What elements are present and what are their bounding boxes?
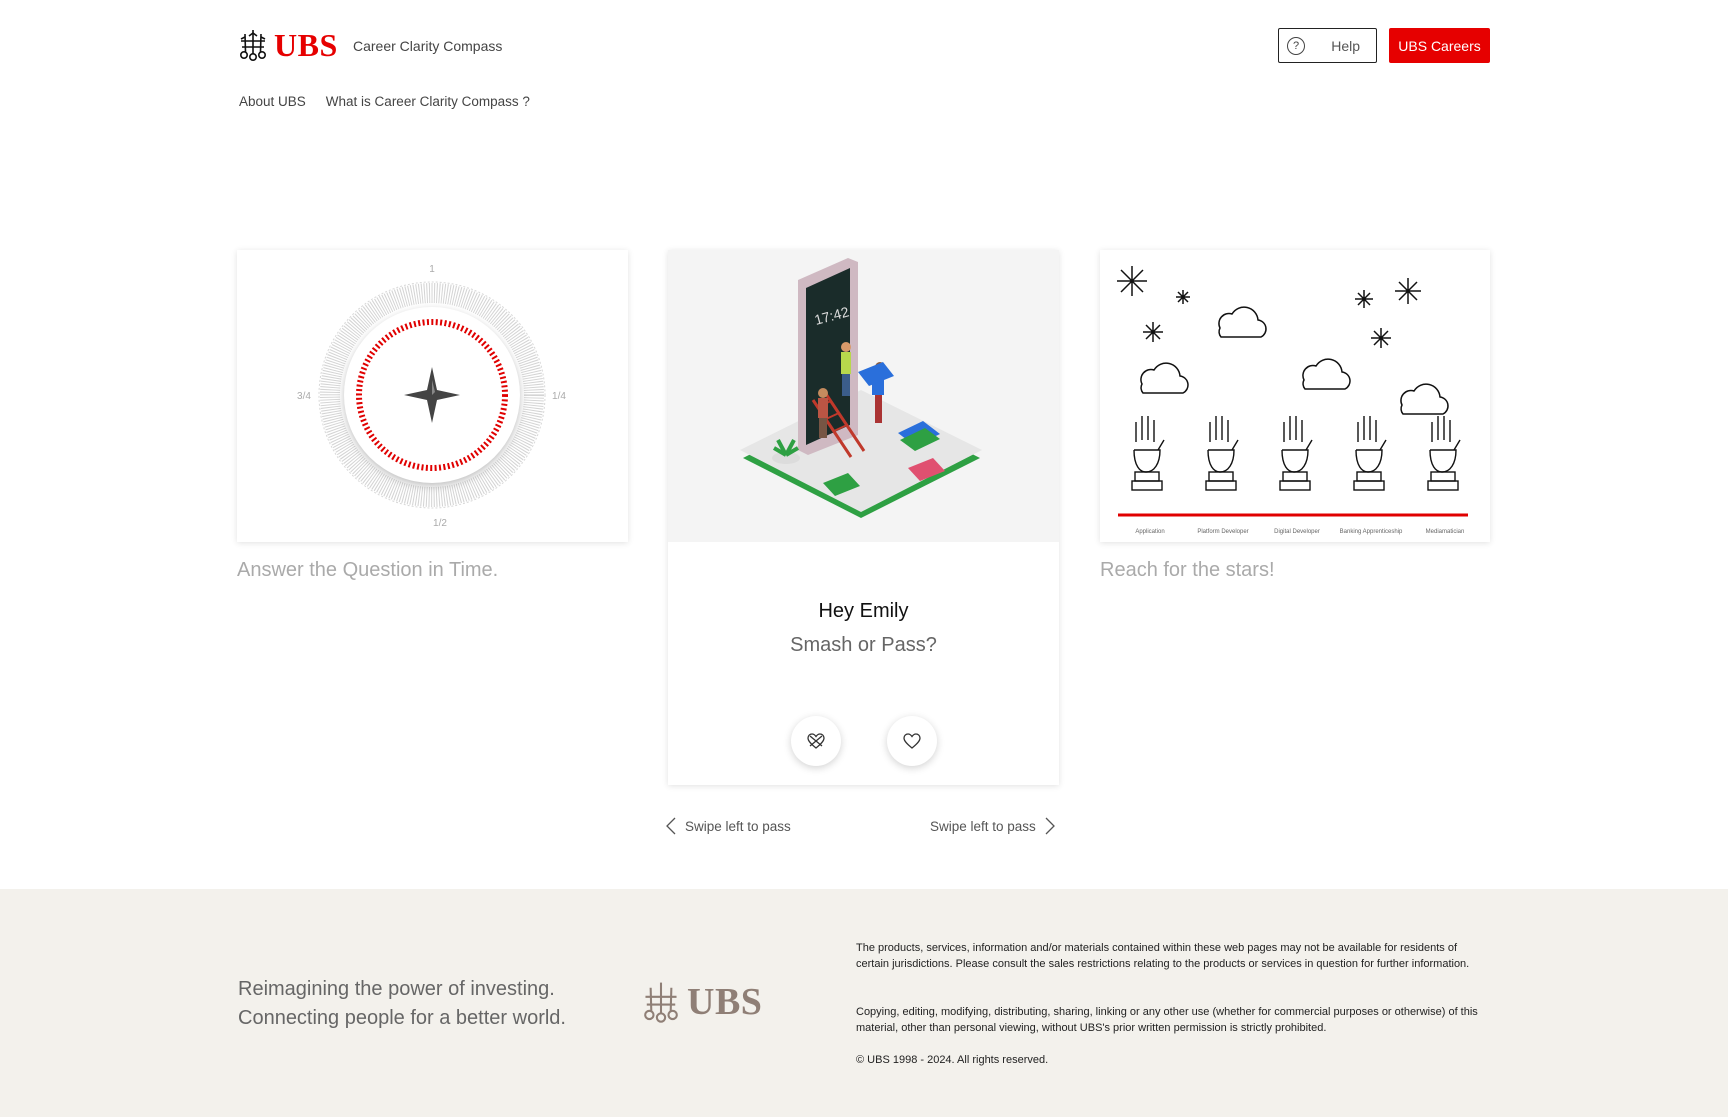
copyright: © UBS 1998 - 2024. All rights reserved. bbox=[856, 1054, 1049, 1066]
chevron-left-icon bbox=[666, 817, 676, 835]
heart-icon bbox=[903, 733, 921, 749]
greeting: Hey Emily bbox=[818, 600, 909, 622]
stars-hands-illustration: Application Platform Developer Digital D… bbox=[1117, 266, 1468, 535]
footer-tagline: Reimagining the power of investing. Conn… bbox=[238, 975, 566, 1033]
ubs-careers-button[interactable]: UBS Careers bbox=[1389, 28, 1490, 63]
timer-caption: Answer the Question in Time. bbox=[237, 559, 499, 581]
keys-logo-icon bbox=[239, 30, 266, 61]
keys-logo-icon bbox=[644, 982, 678, 1023]
footer-brand-wordmark: UBS bbox=[687, 981, 763, 1023]
stars-card[interactable]: Application Platform Developer Digital D… bbox=[1100, 250, 1490, 542]
timer-card[interactable]: 1 1/4 1/2 3/4 bbox=[237, 250, 628, 542]
main-nav: About UBS What is Career Clarity Compass… bbox=[239, 94, 530, 109]
help-button[interactable]: ? Help bbox=[1278, 28, 1377, 63]
chevron-right-icon bbox=[1045, 817, 1055, 835]
ubs-logo[interactable]: UBS bbox=[238, 28, 338, 62]
legal-disclaimer: The products, services, information and/… bbox=[856, 942, 1470, 970]
legal-copying-notice: Copying, editing, modifying, distributin… bbox=[856, 1006, 1478, 1034]
app-name: Career Clarity Compass bbox=[353, 38, 503, 54]
star-icon bbox=[1117, 266, 1147, 296]
tagline-line-2: Connecting people for a better world. bbox=[238, 1007, 566, 1029]
dial-label-bottom: 1/2 bbox=[433, 518, 447, 529]
tagline-line-1: Reimagining the power of investing. bbox=[238, 978, 555, 1000]
nav-about-ubs[interactable]: About UBS bbox=[239, 94, 306, 109]
help-label: Help bbox=[1331, 37, 1360, 54]
swipe-left-hint[interactable]: Swipe left to pass bbox=[665, 817, 791, 835]
swipe-right-label: Swipe left to pass bbox=[930, 818, 1036, 834]
role-label-banking-apprenticeship: Banking Apprenticeship bbox=[1340, 529, 1403, 535]
dial-label-right: 1/4 bbox=[552, 391, 566, 402]
role-label-mediamatician: Mediamatician bbox=[1426, 529, 1465, 535]
smash-or-pass-card[interactable]: 17:42 bbox=[668, 250, 1059, 785]
timer-dial-illustration: 1 1/4 1/2 3/4 bbox=[297, 264, 566, 529]
brand-wordmark: UBS bbox=[274, 27, 338, 63]
pass-button[interactable] bbox=[791, 716, 841, 766]
career-illustration: 17:42 bbox=[668, 250, 1059, 542]
dial-label-left: 3/4 bbox=[297, 391, 311, 402]
broken-heart-icon bbox=[807, 733, 825, 749]
swipe-left-label: Swipe left to pass bbox=[685, 818, 791, 834]
swipe-right-hint[interactable]: Swipe left to pass bbox=[930, 817, 1056, 835]
footer-ubs-logo[interactable]: UBS bbox=[641, 980, 762, 1024]
smash-or-pass-prompt: Smash or Pass? bbox=[790, 634, 937, 656]
dial-label-top: 1 bbox=[429, 264, 435, 275]
site-header: UBS Career Clarity Compass ? Help UBS Ca… bbox=[0, 0, 1728, 130]
role-label-application: Application bbox=[1135, 529, 1164, 535]
role-label-platform-developer: Platform Developer bbox=[1197, 529, 1248, 535]
nav-what-is-ccc[interactable]: What is Career Clarity Compass ? bbox=[326, 94, 530, 109]
like-button[interactable] bbox=[887, 716, 937, 766]
role-label-digital-developer: Digital Developer bbox=[1274, 529, 1320, 535]
question-icon: ? bbox=[1287, 36, 1305, 55]
stars-caption: Reach for the stars! bbox=[1100, 559, 1275, 581]
